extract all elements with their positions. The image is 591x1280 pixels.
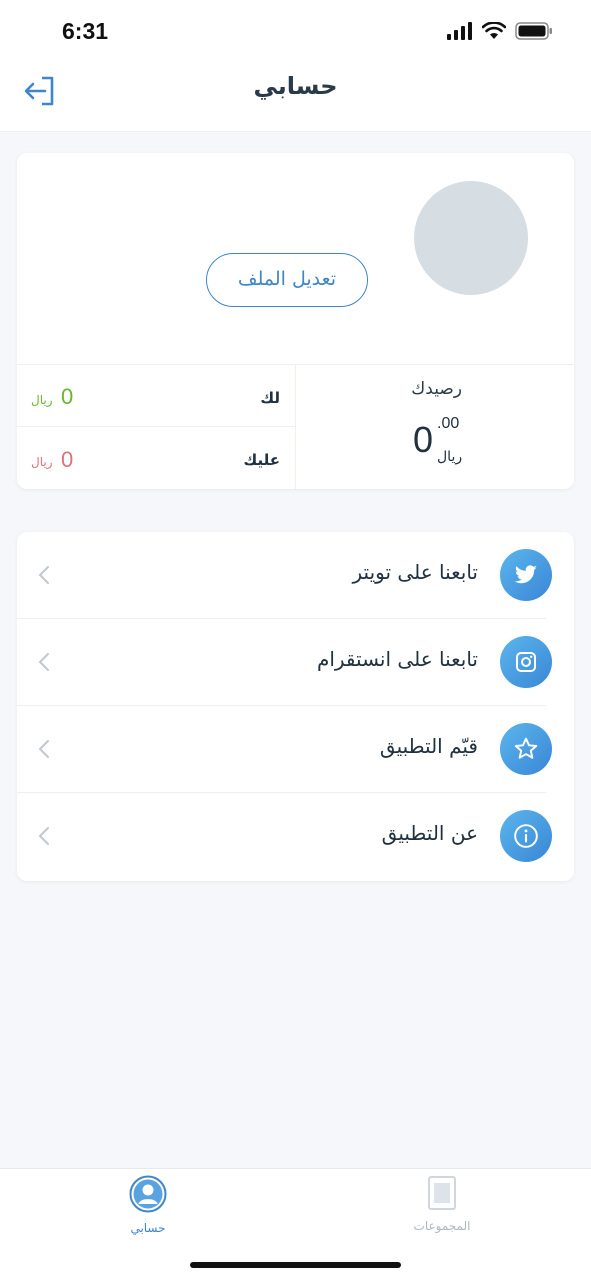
menu-item-label: تابعنا على انستقرام — [316, 647, 478, 671]
balance-integer: 0 — [413, 419, 434, 460]
menu-item-about[interactable]: عن التطبيق — [17, 793, 574, 880]
owed-to-you-currency: ريال — [31, 393, 53, 407]
battery-icon — [515, 22, 552, 40]
home-indicator — [190, 1262, 401, 1268]
status-bar: 6:31 — [0, 0, 591, 62]
menu-item-twitter[interactable]: تابعنا على تويتر — [17, 532, 574, 619]
menu-item-label: قيّم التطبيق — [379, 734, 478, 758]
you-owe-label: عليك — [243, 451, 280, 469]
chevron-left-icon — [38, 827, 49, 845]
divider — [295, 364, 296, 489]
profile-card: تعديل الملف رصيدك 0 .00 ريال لك 0 ريال ع… — [17, 153, 574, 489]
divider — [17, 426, 295, 427]
you-owe-amount: 0 — [61, 447, 74, 472]
tab-groups[interactable]: المجموعات — [382, 1175, 502, 1233]
signal-icon — [447, 22, 472, 40]
chevron-left-icon — [38, 653, 49, 671]
avatar[interactable] — [414, 181, 528, 295]
instagram-icon — [500, 636, 552, 688]
owed-to-you-label: لك — [260, 389, 280, 407]
document-icon — [428, 1176, 456, 1210]
wifi-icon — [482, 22, 506, 39]
tab-label: حسابي — [130, 1221, 166, 1235]
star-icon — [500, 723, 552, 775]
twitter-icon — [500, 549, 552, 601]
owed-to-you-amount: 0 — [61, 384, 74, 409]
balance-currency: ريال — [437, 449, 463, 465]
user-icon — [129, 1175, 167, 1213]
page-title: حسابي — [253, 72, 338, 100]
balance-label: رصيدك — [411, 379, 462, 399]
tab-my-account[interactable]: حسابي — [88, 1175, 208, 1235]
header: حسابي — [0, 62, 591, 132]
chevron-left-icon — [38, 740, 49, 758]
edit-profile-button[interactable]: تعديل الملف — [206, 253, 368, 307]
chevron-left-icon — [38, 566, 49, 584]
info-icon — [500, 810, 552, 862]
menu-card: تابعنا على تويتر تابعنا على انستقرام قيّ… — [17, 532, 574, 881]
balance-decimal: .00 — [437, 415, 460, 432]
menu-item-rate-app[interactable]: قيّم التطبيق — [17, 706, 574, 793]
menu-item-label: تابعنا على تويتر — [352, 560, 478, 584]
status-time: 6:31 — [62, 18, 109, 44]
menu-item-instagram[interactable]: تابعنا على انستقرام — [17, 619, 574, 706]
menu-item-label: عن التطبيق — [381, 821, 478, 845]
you-owe-currency: ريال — [31, 455, 53, 469]
status-icons — [447, 22, 553, 40]
tab-label: المجموعات — [413, 1219, 471, 1233]
